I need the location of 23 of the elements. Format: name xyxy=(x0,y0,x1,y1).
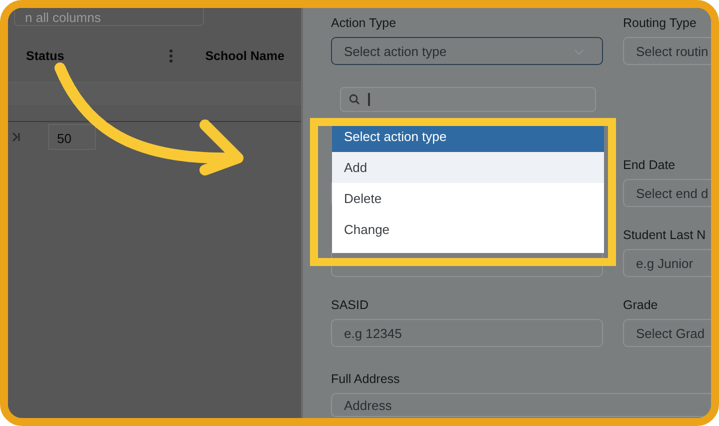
input-field[interactable]: Select end d xyxy=(623,179,711,207)
select-field[interactable]: Select action type xyxy=(331,37,603,65)
text-cursor xyxy=(368,93,370,106)
last-page-icon[interactable] xyxy=(12,132,20,142)
input-field[interactable]: e.g 12345 xyxy=(331,319,603,347)
input-field[interactable]: e.g Junior xyxy=(623,249,711,277)
field-label: Student Last N xyxy=(623,228,707,242)
page-size-select[interactable]: 50 xyxy=(48,124,96,150)
input-field[interactable]: Select Grad xyxy=(623,319,711,347)
field-label: Action Type xyxy=(331,16,398,30)
field-label: Full Address xyxy=(331,372,401,386)
field-label: End Date xyxy=(623,158,676,172)
dropdown-search-field[interactable] xyxy=(340,87,596,112)
field-label: Routing Type xyxy=(623,16,698,30)
input-field[interactable]: Select routin xyxy=(623,37,711,65)
field-label: Grade xyxy=(623,298,659,312)
input-field[interactable]: Address xyxy=(331,393,711,417)
dropdown-option[interactable]: Add xyxy=(332,152,604,183)
more-icon[interactable] xyxy=(169,49,174,63)
search-icon xyxy=(349,94,360,105)
dropdown-option[interactable]: Select action type xyxy=(332,124,604,152)
search-field[interactable]: n all columns xyxy=(14,8,204,26)
field-label: SASID xyxy=(331,298,370,312)
